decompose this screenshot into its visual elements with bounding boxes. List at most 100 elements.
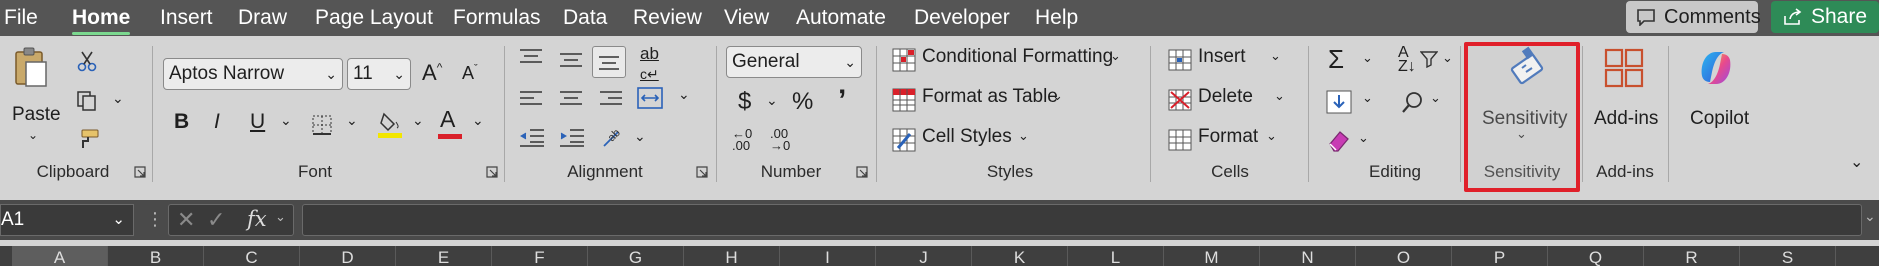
insert-cells-button[interactable]: Insert ⌄ [1168, 46, 1288, 76]
cancel-icon[interactable]: ✕ [177, 207, 195, 233]
column-header[interactable]: K [972, 246, 1068, 266]
underline-dropdown-icon[interactable]: ⌄ [280, 112, 292, 129]
menu-developer[interactable]: Developer [914, 0, 1010, 36]
borders-icon[interactable] [311, 114, 333, 136]
formula-bar-splitter[interactable]: ⋮ [146, 208, 164, 230]
clipboard-launcher-icon[interactable] [134, 166, 146, 178]
sort-filter-dropdown-icon[interactable]: ⌄ [1442, 50, 1453, 66]
share-button[interactable]: Share [1771, 1, 1879, 33]
format-painter-icon[interactable] [74, 128, 100, 150]
column-header[interactable]: O [1356, 246, 1452, 266]
conditional-formatting-button[interactable]: Conditional Formatting ⌄ [892, 46, 1132, 76]
percent-button[interactable]: % [792, 88, 813, 116]
fill-color-icon[interactable] [378, 110, 402, 140]
column-header[interactable]: F [492, 246, 588, 266]
fill-color-dropdown-icon[interactable]: ⌄ [412, 112, 424, 129]
merge-center-icon[interactable] [636, 86, 664, 110]
menu-insert[interactable]: Insert [160, 0, 213, 36]
autosum-dropdown-icon[interactable]: ⌄ [1362, 50, 1373, 66]
number-format-dropdown[interactable]: General ⌄ [726, 46, 862, 78]
paste-label[interactable]: Paste [12, 104, 61, 126]
number-launcher-icon[interactable] [856, 166, 868, 178]
insert-function-button[interactable]: fx [247, 207, 267, 231]
bottom-align-button[interactable] [592, 46, 626, 78]
menu-data[interactable]: Data [563, 0, 607, 36]
autosum-icon[interactable]: Σ [1328, 44, 1344, 75]
enter-icon[interactable]: ✓ [207, 207, 225, 233]
clear-dropdown-icon[interactable]: ⌄ [1358, 130, 1369, 146]
orientation-icon[interactable]: ab [600, 124, 630, 152]
column-header[interactable]: P [1452, 246, 1548, 266]
add-ins-button[interactable]: Add-ins [1588, 44, 1664, 154]
column-header[interactable]: R [1644, 246, 1740, 266]
copy-dropdown-icon[interactable]: ⌄ [112, 90, 124, 107]
find-select-icon[interactable] [1400, 90, 1426, 116]
comments-button[interactable]: Comments [1626, 1, 1761, 33]
column-header[interactable]: D [300, 246, 396, 266]
font-launcher-icon[interactable] [486, 166, 498, 178]
font-color-button[interactable]: A [440, 106, 455, 133]
decrease-font-size-icon[interactable]: Aˇ [462, 63, 478, 84]
bold-button[interactable]: B [174, 110, 189, 134]
column-header[interactable]: N [1260, 246, 1356, 266]
column-header[interactable]: A [12, 246, 108, 266]
menu-automate[interactable]: Automate [796, 0, 886, 36]
cell-styles-button[interactable]: Cell Styles ⌄ [892, 126, 1042, 156]
merge-dropdown-icon[interactable]: ⌄ [678, 86, 690, 103]
italic-button[interactable]: I [214, 110, 220, 134]
middle-align-icon[interactable] [558, 52, 584, 72]
column-header[interactable]: Q [1548, 246, 1644, 266]
fill-dropdown-icon[interactable]: ⌄ [1362, 90, 1373, 106]
font-size-dropdown[interactable]: 11 ⌄ [347, 58, 411, 90]
decrease-indent-icon[interactable] [518, 128, 546, 148]
increase-indent-icon[interactable] [558, 128, 586, 148]
sort-filter-icon[interactable]: A Z↓ [1398, 45, 1416, 75]
comma-style-button[interactable]: ’ [838, 84, 846, 118]
paste-icon[interactable] [14, 46, 48, 88]
align-right-icon[interactable] [598, 90, 624, 110]
clear-icon[interactable] [1326, 128, 1352, 152]
collapse-ribbon-icon[interactable]: ⌄ [1850, 152, 1863, 172]
alignment-launcher-icon[interactable] [696, 166, 708, 178]
currency-dropdown-icon[interactable]: ⌄ [766, 92, 778, 109]
menu-draw[interactable]: Draw [238, 0, 287, 36]
increase-decimal-button[interactable]: ←0.00 [732, 127, 752, 152]
increase-font-size-icon[interactable]: A^ [422, 60, 442, 86]
column-header[interactable]: H [684, 246, 780, 266]
underline-button[interactable]: U [250, 110, 265, 134]
borders-dropdown-icon[interactable]: ⌄ [346, 112, 358, 129]
column-header[interactable]: S [1740, 246, 1836, 266]
column-header[interactable]: I [780, 246, 876, 266]
column-header[interactable]: J [876, 246, 972, 266]
align-left-icon[interactable] [518, 90, 544, 110]
formula-input[interactable] [302, 204, 1862, 236]
copy-icon[interactable] [76, 90, 98, 112]
column-header[interactable]: M [1164, 246, 1260, 266]
align-center-icon[interactable] [558, 90, 584, 110]
menu-home[interactable]: Home [72, 0, 130, 36]
menu-page-layout[interactable]: Page Layout [315, 0, 433, 36]
menu-help[interactable]: Help [1035, 0, 1078, 36]
copilot-button[interactable]: Copilot [1676, 44, 1756, 154]
paste-dropdown-icon[interactable]: ⌄ [28, 128, 38, 142]
column-header[interactable]: G [588, 246, 684, 266]
menu-file[interactable]: File [4, 0, 38, 36]
currency-button[interactable]: $ [738, 88, 751, 116]
wrap-text-icon[interactable]: ab c↵ [640, 44, 659, 84]
fill-icon[interactable] [1326, 90, 1352, 114]
column-header[interactable]: B [108, 246, 204, 266]
font-name-dropdown[interactable]: Aptos Narrow ⌄ [163, 58, 343, 90]
format-cells-button[interactable]: Format ⌄ [1168, 126, 1278, 156]
name-box[interactable]: A1 ⌄ [0, 204, 134, 236]
expand-formula-bar-icon[interactable]: ⌄ [1864, 208, 1876, 225]
top-align-icon[interactable] [518, 48, 544, 68]
delete-cells-button[interactable]: Delete ⌄ [1168, 86, 1288, 116]
font-color-dropdown-icon[interactable]: ⌄ [472, 112, 484, 129]
format-as-table-button[interactable]: Format as Table ⌄ [892, 86, 1072, 116]
menu-view[interactable]: View [724, 0, 769, 36]
orientation-dropdown-icon[interactable]: ⌄ [634, 128, 646, 145]
column-header[interactable]: E [396, 246, 492, 266]
column-header[interactable]: C [204, 246, 300, 266]
menu-formulas[interactable]: Formulas [453, 0, 541, 36]
decrease-decimal-button[interactable]: .00 →0 [770, 127, 790, 152]
